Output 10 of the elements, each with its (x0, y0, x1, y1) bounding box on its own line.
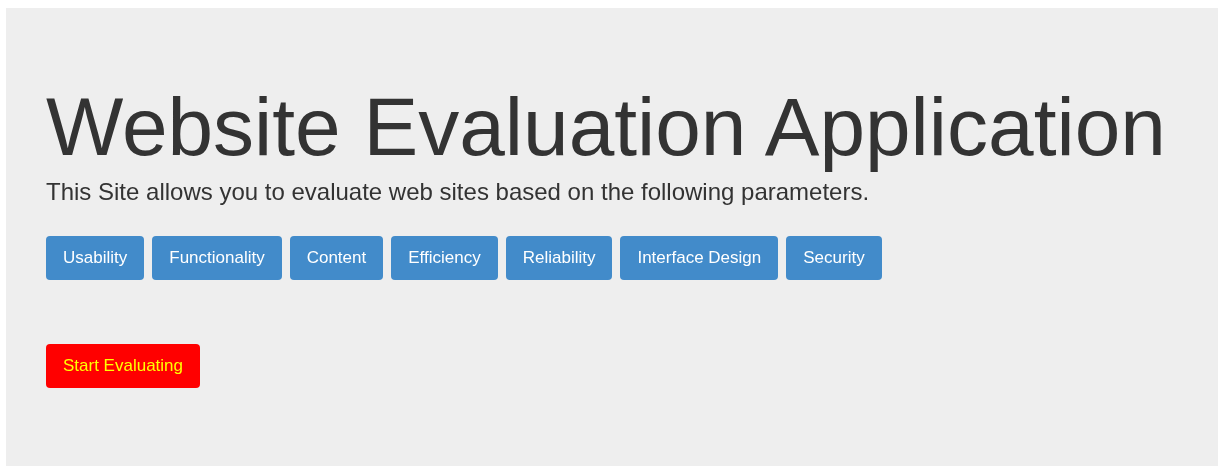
parameter-button[interactable]: Usability (46, 236, 145, 281)
parameter-button[interactable]: Interface Design (620, 236, 779, 281)
start-evaluating-button[interactable]: Start Evaluating (46, 344, 200, 389)
parameter-button[interactable]: Content (289, 236, 384, 281)
parameter-button[interactable]: Reliability (505, 236, 613, 281)
description-text: This Site allows you to evaluate web sites based on the following parameters. (46, 178, 871, 207)
parameter-button[interactable]: Security (786, 236, 882, 281)
page-title: Website Evaluation Application (46, 82, 1167, 173)
parameter-button[interactable]: Efficiency (391, 236, 498, 281)
parameter-button[interactable]: Functionality (152, 236, 282, 281)
